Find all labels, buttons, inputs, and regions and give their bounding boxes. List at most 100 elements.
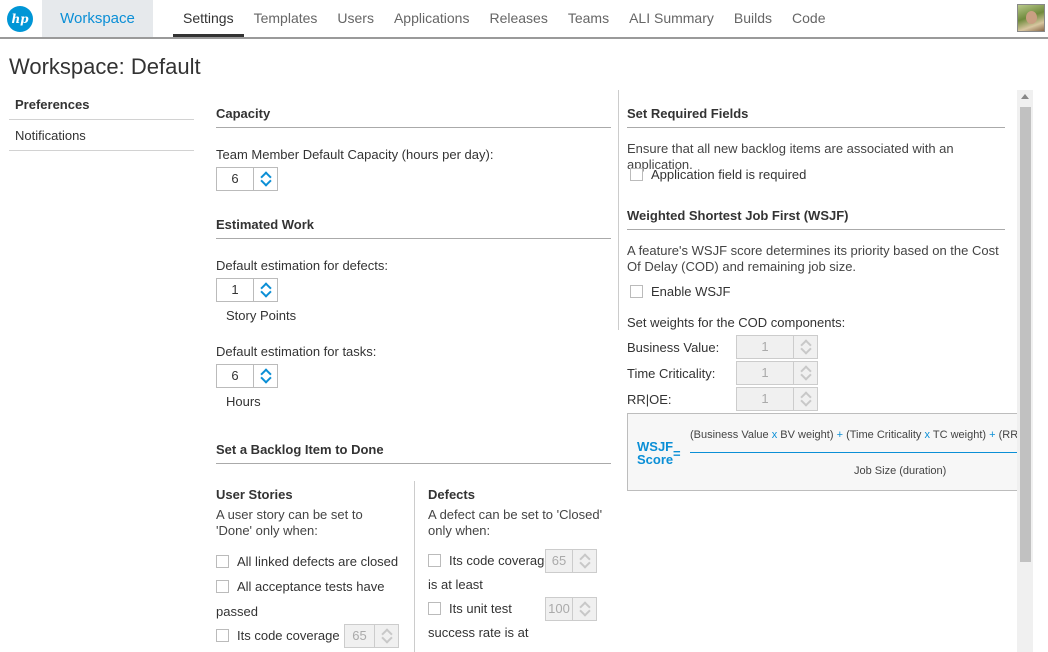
defects-title: Defects — [428, 487, 475, 502]
defect-code-coverage-label: Its code coverage — [449, 553, 552, 568]
business-value-stepper[interactable]: 1 — [736, 335, 818, 359]
wsjf-formula: WSJF Score = (Business Value x BV weight… — [627, 413, 1018, 491]
nav-item-templates[interactable]: Templates — [244, 0, 328, 37]
scrollbar-thumb[interactable] — [1020, 107, 1031, 562]
defects-estimation-stepper[interactable]: 1 — [216, 278, 278, 302]
estimated-work-section-title: Estimated Work — [216, 217, 611, 239]
rroe-stepper[interactable]: 1 — [736, 387, 818, 411]
spin-arrows-icon[interactable] — [572, 598, 596, 620]
spin-arrows-icon[interactable] — [253, 168, 277, 190]
default-capacity-label: Team Member Default Capacity (hours per … — [216, 147, 494, 162]
formula-bv: (Business Value — [690, 429, 769, 441]
defect-unit-test-stepper[interactable]: 100 — [545, 597, 597, 621]
user-stories-title: User Stories — [216, 487, 293, 502]
time-criticality-value: 1 — [761, 365, 769, 380]
nav-item-settings[interactable]: Settings — [173, 0, 244, 37]
formula-equals: = — [673, 446, 681, 461]
formula-times-2: x — [924, 429, 931, 441]
nav-item-applications[interactable]: Applications — [384, 0, 480, 37]
enable-wsjf-option[interactable]: Enable WSJF — [630, 284, 730, 299]
cod-weights-label: Set weights for the COD components: — [627, 315, 846, 330]
formula-tc: (Time Criticality — [846, 429, 922, 441]
formula-bv-weight: BV weight) — [780, 429, 834, 441]
us-code-coverage-stepper[interactable]: 65 — [344, 624, 399, 648]
defect-code-coverage-value: 65 — [551, 553, 567, 568]
formula-rr: (RR|O — [998, 429, 1018, 441]
defect-unit-test-value: 100 — [548, 601, 570, 616]
settings-side-menu: Preferences Notifications — [9, 89, 194, 151]
spin-arrows-icon[interactable] — [793, 336, 817, 358]
defect-unit-test-label: Its unit test — [449, 601, 512, 616]
side-menu-notifications[interactable]: Notifications — [9, 120, 194, 151]
nav-item-releases[interactable]: Releases — [479, 0, 557, 37]
enable-wsjf-label: Enable WSJF — [651, 284, 731, 299]
defect-code-coverage-stepper[interactable]: 65 — [545, 549, 597, 573]
us-code-coverage-value: 65 — [352, 628, 367, 643]
time-criticality-stepper[interactable]: 1 — [736, 361, 818, 385]
side-menu-preferences[interactable]: Preferences — [9, 89, 194, 120]
tasks-estimation-stepper[interactable]: 6 — [216, 364, 278, 388]
hp-logo-icon: hp — [7, 5, 33, 32]
all-defects-closed-checkbox[interactable] — [216, 555, 229, 568]
scroll-up-icon[interactable] — [1021, 94, 1029, 99]
formula-fraction-bar — [690, 452, 1017, 453]
vertical-scrollbar[interactable] — [1017, 90, 1033, 652]
acceptance-tests-option[interactable]: All acceptance tests have — [216, 579, 384, 594]
formula-times-1: x — [771, 429, 778, 441]
nav-item-ali-summary[interactable]: ALI Summary — [619, 0, 724, 37]
formula-tc-weight: TC weight) — [932, 429, 987, 441]
us-code-coverage-checkbox[interactable] — [216, 629, 229, 642]
spin-arrows-icon[interactable] — [572, 550, 596, 572]
done-section-title: Set a Backlog Item to Done — [216, 442, 611, 464]
tasks-estimation-unit: Hours — [226, 394, 261, 409]
enable-wsjf-checkbox[interactable] — [630, 285, 643, 298]
formula-denominator: Job Size (duration) — [854, 465, 947, 477]
nav-item-teams[interactable]: Teams — [558, 0, 619, 37]
spin-arrows-icon[interactable] — [253, 365, 277, 387]
formula-lhs: WSJF Score — [637, 440, 673, 466]
column-divider — [414, 481, 415, 652]
all-defects-closed-option[interactable]: All linked defects are closed — [216, 554, 398, 569]
rroe-label: RR|OE: — [627, 392, 672, 407]
default-capacity-value: 6 — [231, 171, 239, 186]
acceptance-tests-label-cont: passed — [216, 604, 258, 619]
user-stories-description: A user story can be set to 'Done' only w… — [216, 507, 363, 538]
defects-description: A defect can be set to 'Closed' only whe… — [428, 507, 603, 538]
defects-estimation-unit: Story Points — [226, 308, 297, 323]
business-value-value: 1 — [761, 339, 769, 354]
defects-estimation-value: 1 — [231, 282, 239, 297]
application-required-option[interactable]: Application field is required — [630, 167, 806, 182]
application-required-label: Application field is required — [651, 167, 807, 182]
spin-arrows-icon[interactable] — [793, 362, 817, 384]
default-capacity-stepper[interactable]: 6 — [216, 167, 278, 191]
nav-item-users[interactable]: Users — [327, 0, 384, 37]
formula-lhs-line2: Score — [637, 452, 674, 467]
hp-logo-button[interactable]: hp — [0, 0, 40, 37]
nav-item-builds[interactable]: Builds — [724, 0, 782, 37]
defect-unit-test-option[interactable]: Its unit test — [428, 601, 512, 616]
formula-plus-2: + — [989, 429, 996, 441]
acceptance-tests-label: All acceptance tests have — [237, 579, 385, 594]
defect-code-coverage-option[interactable]: Its code coverage — [428, 553, 552, 568]
spin-arrows-icon[interactable] — [374, 625, 398, 647]
spin-arrows-icon[interactable] — [253, 279, 277, 301]
rroe-value: 1 — [761, 391, 769, 406]
all-defects-closed-label: All linked defects are closed — [237, 554, 399, 569]
defect-unit-test-label-cont: success rate is at — [428, 625, 529, 640]
defects-estimation-label: Default estimation for defects: — [216, 258, 388, 273]
user-avatar[interactable] — [1017, 4, 1045, 32]
us-code-coverage-label: Its code coverage is — [237, 628, 353, 643]
defect-code-coverage-label-cont: is at least — [428, 577, 483, 592]
nav-item-code[interactable]: Code — [782, 0, 835, 37]
capacity-section-title: Capacity — [216, 106, 611, 128]
us-code-coverage-option[interactable]: Its code coverage is — [216, 628, 353, 643]
formula-plus-1: + — [836, 429, 843, 441]
spin-arrows-icon[interactable] — [793, 388, 817, 410]
application-required-checkbox[interactable] — [630, 168, 643, 181]
panel-divider — [618, 90, 619, 330]
tasks-estimation-label: Default estimation for tasks: — [216, 344, 377, 359]
workspace-tab[interactable]: Workspace — [42, 0, 153, 37]
defect-unit-test-checkbox[interactable] — [428, 602, 441, 615]
defect-code-coverage-checkbox[interactable] — [428, 554, 441, 567]
acceptance-tests-checkbox[interactable] — [216, 580, 229, 593]
